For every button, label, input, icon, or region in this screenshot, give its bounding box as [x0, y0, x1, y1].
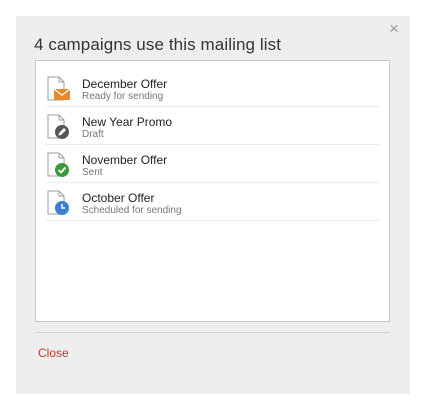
- campaigns-dialog: × 4 campaigns use this mailing list Dece…: [16, 16, 410, 394]
- campaign-name: November Offer: [82, 153, 168, 167]
- list-item[interactable]: November Offer Sent: [45, 145, 380, 183]
- campaign-list: December Offer Ready for sending New Yea…: [35, 60, 390, 322]
- footer-divider: [35, 332, 390, 333]
- document-pencil-icon: [47, 114, 69, 139]
- list-item[interactable]: October Offer Scheduled for sending: [45, 183, 380, 221]
- campaign-name: December Offer: [82, 77, 168, 91]
- campaign-status: Ready for sending: [82, 91, 164, 102]
- campaign-name: New Year Promo: [82, 115, 173, 129]
- close-icon[interactable]: ×: [389, 19, 399, 39]
- document-check-icon: [47, 152, 69, 177]
- campaign-name: October Offer: [82, 191, 155, 205]
- dialog-title: 4 campaigns use this mailing list: [34, 35, 282, 54]
- list-item[interactable]: New Year Promo Draft: [45, 107, 380, 145]
- campaign-status: Scheduled for sending: [82, 205, 182, 216]
- document-envelope-icon: [47, 76, 71, 101]
- campaign-status: Sent: [82, 167, 103, 178]
- list-item[interactable]: December Offer Ready for sending: [45, 69, 380, 107]
- document-clock-icon: [47, 190, 69, 215]
- close-link[interactable]: Close: [38, 346, 69, 360]
- campaign-status: Draft: [82, 129, 104, 140]
